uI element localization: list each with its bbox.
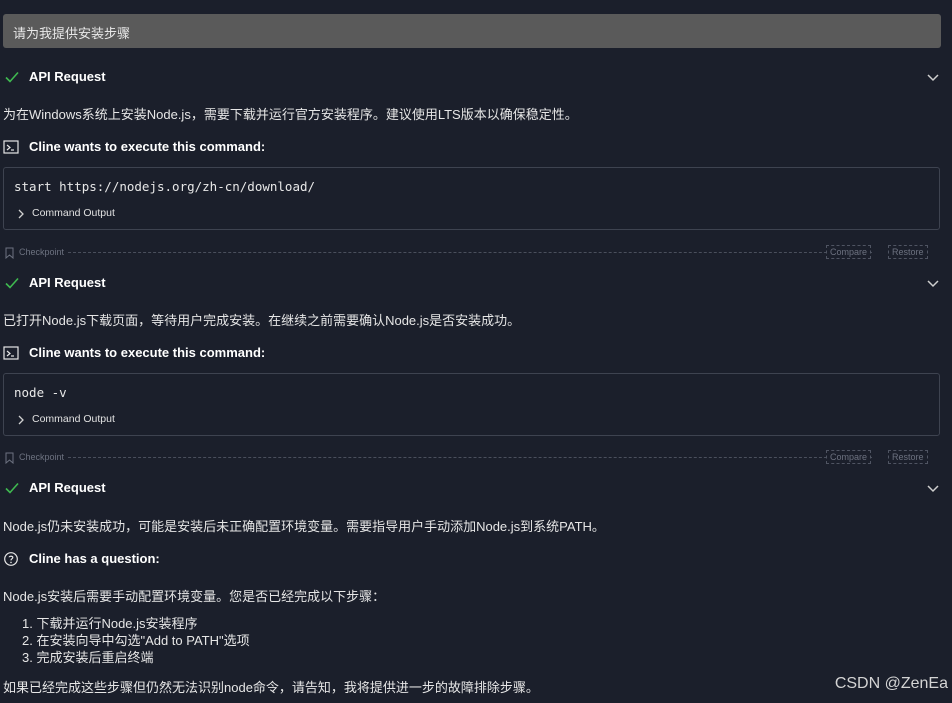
compare-button[interactable]: Compare [826, 245, 872, 259]
assistant-text: 为在Windows系统上安装Node.js，需要下载并运行官方安装程序。建议使用… [3, 107, 578, 122]
checkpoint-divider [68, 252, 872, 253]
check-icon [5, 277, 19, 289]
assistant-text: Node.js仍未安装成功，可能是安装后未正确配置环境变量。需要指导用户手动添加… [3, 519, 605, 534]
checkpoint-row: Checkpoint Compare Restore [0, 245, 952, 261]
question-circle-icon [4, 552, 18, 566]
checkpoint-divider [68, 457, 872, 458]
list-item: 3. 完成安装后重启终端 [22, 650, 154, 665]
chevron-right-icon [18, 209, 24, 219]
api-request-header[interactable]: API Request [0, 271, 952, 295]
command-text: start https://nodejs.org/zh-cn/download/ [14, 179, 316, 194]
command-request-title: Cline wants to execute this command: [29, 345, 266, 360]
checkpoint-label: Checkpoint [19, 247, 65, 257]
terminal-icon [3, 346, 19, 360]
api-request-title: API Request [29, 69, 106, 84]
command-text: node -v [14, 385, 67, 400]
api-request-title: API Request [29, 275, 106, 290]
question-header: Cline has a question: [0, 548, 600, 570]
chevron-down-icon[interactable] [926, 70, 940, 84]
chevron-right-icon [18, 415, 24, 425]
list-item: 2. 在安装向导中勾选"Add to PATH"选项 [22, 633, 250, 648]
question-intro: Node.js安装后需要手动配置环境变量。您是否已经完成以下步骤： [3, 589, 386, 604]
chevron-down-icon[interactable] [926, 276, 940, 290]
command-output-label: Command Output [32, 413, 115, 425]
api-request-header[interactable]: API Request [0, 476, 952, 500]
chevron-down-icon[interactable] [926, 481, 940, 495]
checkpoint-label: Checkpoint [19, 452, 65, 462]
checkpoint-row: Checkpoint Compare Restore [0, 450, 952, 466]
command-box: node -v Command Output [3, 373, 940, 436]
command-output-toggle[interactable]: Command Output [16, 206, 216, 222]
command-output-toggle[interactable]: Command Output [16, 412, 216, 428]
assistant-text: 已打开Node.js下载页面，等待用户完成安装。在继续之前需要确认Node.js… [3, 313, 521, 328]
check-icon [5, 482, 19, 494]
api-request-title: API Request [29, 480, 106, 495]
question-outro: 如果已经完成这些步骤但仍然无法识别node命令，请告知，我将提供进一步的故障排除… [3, 680, 539, 695]
list-item: 1. 下载并运行Node.js安装程序 [22, 616, 198, 631]
question-title: Cline has a question: [29, 551, 160, 566]
bookmark-icon [5, 452, 14, 464]
watermark: CSDN @ZenEa [834, 675, 948, 692]
chat-panel: 请为我提供安装步骤 API Request 为在Windows系统上安装Node… [0, 0, 952, 703]
bookmark-icon [5, 247, 14, 259]
command-request-header: Cline wants to execute this command: [0, 342, 600, 364]
question-steps: 1. 下载并运行Node.js安装程序 2. 在安装向导中勾选"Add to P… [22, 615, 250, 666]
command-request-header: Cline wants to execute this command: [0, 136, 600, 158]
command-box: start https://nodejs.org/zh-cn/download/… [3, 167, 940, 230]
restore-button[interactable]: Restore [888, 245, 928, 259]
command-output-label: Command Output [32, 207, 115, 219]
compare-button[interactable]: Compare [826, 450, 872, 464]
api-request-header[interactable]: API Request [0, 65, 952, 89]
restore-button[interactable]: Restore [888, 450, 928, 464]
user-message: 请为我提供安装步骤 [3, 14, 941, 48]
command-request-title: Cline wants to execute this command: [29, 139, 266, 154]
terminal-icon [3, 140, 19, 154]
check-icon [5, 71, 19, 83]
